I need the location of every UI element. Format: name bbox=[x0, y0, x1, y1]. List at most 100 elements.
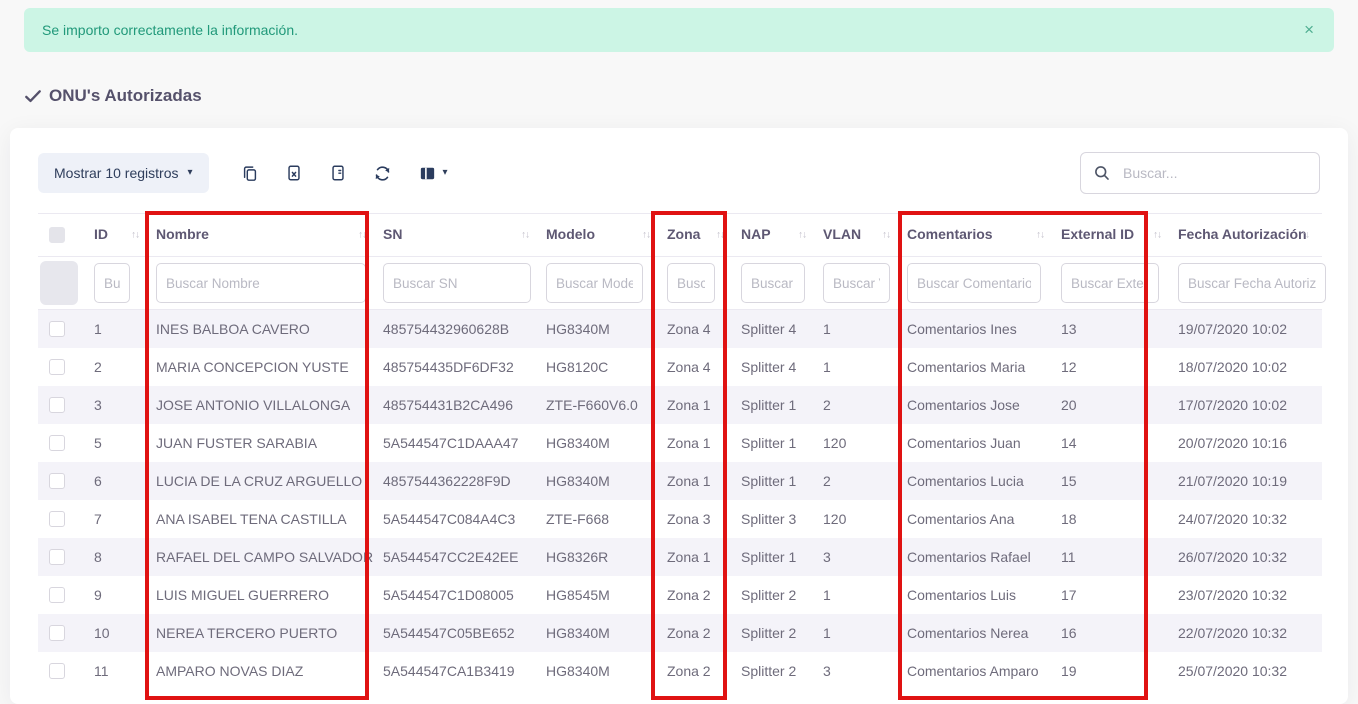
cell-nombre: NEREA TERCERO PUERTO bbox=[152, 614, 379, 652]
sort-icon[interactable]: ↑↓ bbox=[716, 230, 724, 241]
select-all-cell bbox=[38, 214, 90, 257]
export-excel-button[interactable] bbox=[285, 164, 303, 182]
column-header-sn[interactable]: SN ↑↓ bbox=[379, 214, 542, 257]
table-row: 9LUIS MIGUEL GUERRERO5A544547C1D08005HG8… bbox=[38, 576, 1322, 614]
row-checkbox[interactable] bbox=[49, 549, 65, 565]
filter-cell-zona bbox=[663, 257, 737, 310]
cell-external_id: 11 bbox=[1057, 538, 1174, 576]
cell-id: 6 bbox=[90, 462, 152, 500]
column-header-nap[interactable]: NAP↑↓ bbox=[737, 214, 819, 257]
sort-icon[interactable]: ↑↓ bbox=[131, 230, 139, 241]
reload-button[interactable] bbox=[373, 164, 392, 183]
sort-icon[interactable]: ↑↓ bbox=[798, 230, 806, 241]
page: Se importo correctamente la información.… bbox=[0, 0, 1358, 704]
cell-nombre: JUAN FUSTER SARABIA bbox=[152, 424, 379, 462]
table-body: 1INES BALBOA CAVERO485754432960628BHG834… bbox=[38, 310, 1322, 690]
page-title-text: ONU's Autorizadas bbox=[49, 86, 202, 106]
alert-close-button[interactable]: × bbox=[1304, 20, 1314, 40]
row-checkbox[interactable] bbox=[49, 359, 65, 375]
row-checkbox[interactable] bbox=[49, 663, 65, 679]
cell-external_id: 20 bbox=[1057, 386, 1174, 424]
cell-id: 5 bbox=[90, 424, 152, 462]
export-file-button[interactable] bbox=[329, 164, 347, 182]
filter-cell-comentarios bbox=[903, 257, 1057, 310]
copy-button[interactable] bbox=[241, 164, 259, 182]
column-label: Comentarios bbox=[907, 226, 993, 242]
row-checkbox-cell bbox=[38, 576, 90, 614]
cell-vlan: 3 bbox=[819, 538, 903, 576]
sort-icon[interactable]: ↑↓ bbox=[521, 230, 529, 241]
column-header-comentarios[interactable]: Comentarios ↑↓ bbox=[903, 214, 1057, 257]
column-header-fecha[interactable]: Fecha Autorización↑↓ bbox=[1174, 214, 1322, 257]
select-all-checkbox[interactable] bbox=[49, 227, 65, 243]
sort-icon[interactable]: ↑↓ bbox=[1153, 230, 1161, 241]
filter-vlan-input[interactable] bbox=[823, 263, 890, 303]
row-checkbox[interactable] bbox=[49, 321, 65, 337]
cell-id: 2 bbox=[90, 348, 152, 386]
length-menu-label: Mostrar 10 registros bbox=[54, 165, 178, 181]
table-row: 8RAFAEL DEL CAMPO SALVADOR5A544547CC2E42… bbox=[38, 538, 1322, 576]
sort-icon[interactable]: ↑↓ bbox=[1301, 230, 1309, 241]
table-row: 11AMPARO NOVAS DIAZ5A544547CA1B3419HG834… bbox=[38, 652, 1322, 690]
cell-external_id: 13 bbox=[1057, 310, 1174, 348]
cell-nap: Splitter 4 bbox=[737, 310, 819, 348]
cell-modelo: ZTE-F660V6.0 bbox=[542, 386, 663, 424]
search-input[interactable] bbox=[1080, 152, 1320, 194]
filter-fecha-input[interactable] bbox=[1178, 263, 1326, 303]
filter-id-input[interactable] bbox=[94, 263, 130, 303]
column-visibility-button[interactable]: ▾ bbox=[418, 164, 448, 183]
cell-comentarios: Comentarios Ines bbox=[903, 310, 1057, 348]
row-checkbox-cell bbox=[38, 538, 90, 576]
cell-id: 10 bbox=[90, 614, 152, 652]
sort-icon[interactable]: ↑↓ bbox=[358, 230, 366, 241]
row-checkbox[interactable] bbox=[49, 625, 65, 641]
row-checkbox[interactable] bbox=[49, 435, 65, 451]
sort-icon[interactable]: ↑↓ bbox=[1036, 230, 1044, 241]
table-row: 7ANA ISABEL TENA CASTILLA5A544547C084A4C… bbox=[38, 500, 1322, 538]
cell-vlan: 1 bbox=[819, 576, 903, 614]
search-icon bbox=[1093, 164, 1111, 182]
length-menu-button[interactable]: Mostrar 10 registros ▾ bbox=[38, 153, 209, 193]
filter-external_id-input[interactable] bbox=[1061, 263, 1159, 303]
column-header-id[interactable]: ID↑↓ bbox=[90, 214, 152, 257]
row-checkbox[interactable] bbox=[49, 473, 65, 489]
column-label: SN bbox=[383, 226, 402, 242]
caret-down-icon: ▾ bbox=[187, 168, 192, 178]
cell-sn: 4857544362228F9D bbox=[379, 462, 542, 500]
page-title: ONU's Autorizadas bbox=[24, 86, 202, 106]
row-checkbox[interactable] bbox=[49, 587, 65, 603]
onu-table: ID↑↓Nombre↑↓SN↑↓Modelo↑↓Zona↑↓NAP↑↓VLAN↑… bbox=[38, 213, 1322, 690]
cell-id: 11 bbox=[90, 652, 152, 690]
row-checkbox[interactable] bbox=[49, 511, 65, 527]
table-row: 5JUAN FUSTER SARABIA5A544547C1DAAA47HG83… bbox=[38, 424, 1322, 462]
column-header-external_id[interactable]: External ID ↑↓ bbox=[1057, 214, 1174, 257]
cell-comentarios: Comentarios Jose bbox=[903, 386, 1057, 424]
filter-sn-input[interactable] bbox=[383, 263, 531, 303]
cell-zona: Zona 2 bbox=[663, 614, 737, 652]
filter-nombre-input[interactable] bbox=[156, 263, 366, 303]
cell-nap: Splitter 4 bbox=[737, 348, 819, 386]
column-label: External ID bbox=[1061, 226, 1134, 242]
filter-modelo-input[interactable] bbox=[546, 263, 643, 303]
sort-icon[interactable]: ↑↓ bbox=[642, 230, 650, 241]
column-header-vlan[interactable]: VLAN↑↓ bbox=[819, 214, 903, 257]
row-checkbox[interactable] bbox=[49, 397, 65, 413]
cell-modelo: HG8545M bbox=[542, 576, 663, 614]
column-header-zona[interactable]: Zona↑↓ bbox=[663, 214, 737, 257]
filter-zona-input[interactable] bbox=[667, 263, 715, 303]
column-header-nombre[interactable]: Nombre↑↓ bbox=[152, 214, 379, 257]
cell-nap: Splitter 3 bbox=[737, 500, 819, 538]
cell-zona: Zona 4 bbox=[663, 310, 737, 348]
filter-nap-input[interactable] bbox=[741, 263, 805, 303]
file-excel-icon bbox=[285, 164, 303, 182]
filter-cell-nap bbox=[737, 257, 819, 310]
row-checkbox-cell bbox=[38, 348, 90, 386]
sort-icon[interactable]: ↑↓ bbox=[882, 230, 890, 241]
cell-sn: 5A544547CA1B3419 bbox=[379, 652, 542, 690]
cell-fecha: 21/07/2020 10:19 bbox=[1174, 462, 1322, 500]
cell-fecha: 23/07/2020 10:32 bbox=[1174, 576, 1322, 614]
cell-vlan: 3 bbox=[819, 652, 903, 690]
filter-comentarios-input[interactable] bbox=[907, 263, 1041, 303]
column-header-modelo[interactable]: Modelo↑↓ bbox=[542, 214, 663, 257]
cell-zona: Zona 1 bbox=[663, 462, 737, 500]
